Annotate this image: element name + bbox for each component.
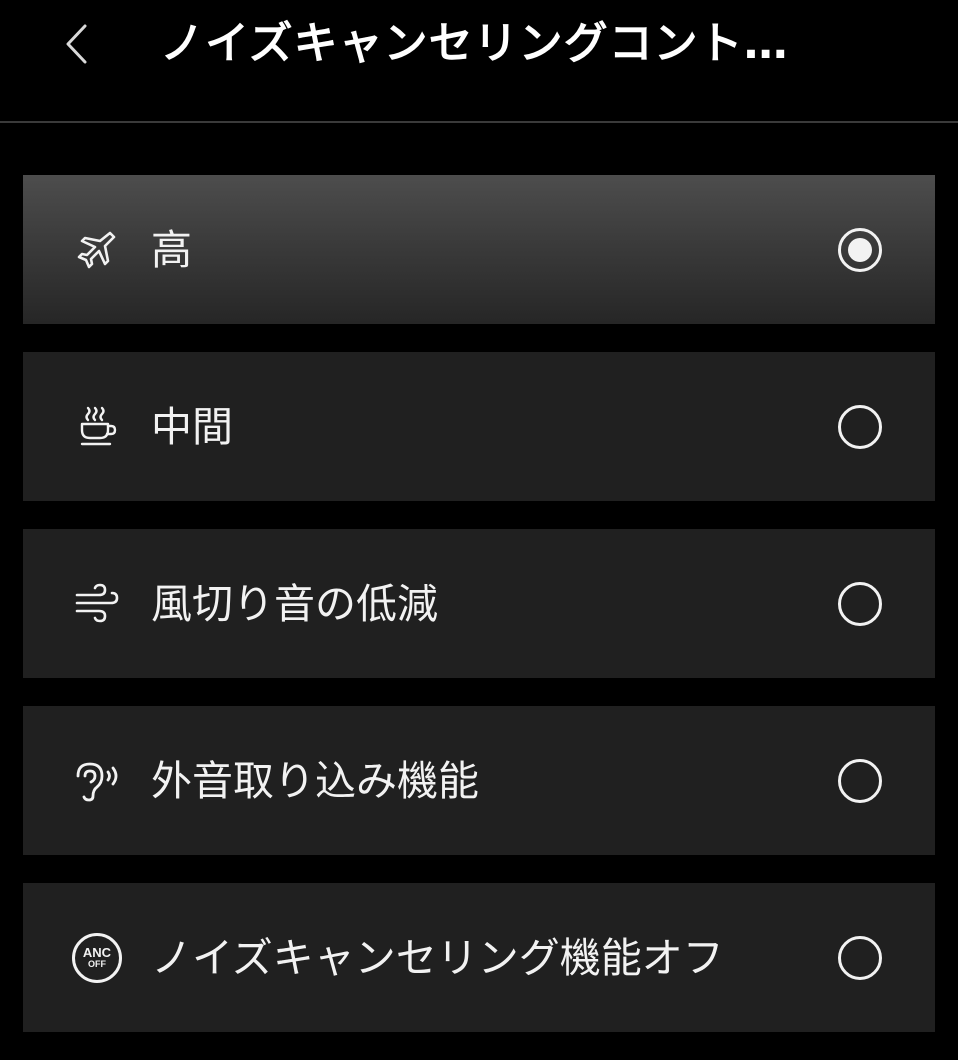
- radio-unselected[interactable]: [838, 935, 882, 980]
- wind-icon: [71, 578, 123, 630]
- option-medium[interactable]: 中間: [23, 352, 935, 501]
- anc-off-icon: ANC OFF: [71, 932, 123, 984]
- radio-unselected[interactable]: [838, 581, 882, 626]
- option-high[interactable]: 高: [23, 175, 935, 324]
- coffee-cup-icon: [71, 401, 123, 453]
- top-bar: ノイズキャンセリングコント…: [0, 0, 958, 122]
- radio-unselected[interactable]: [838, 404, 882, 449]
- radio-selected[interactable]: [838, 227, 882, 272]
- option-label-wind-reduction: 風切り音の低減: [151, 579, 438, 628]
- anc-badge-top: ANC: [82, 945, 112, 960]
- option-label-anc-off: ノイズキャンセリング機能オフ: [151, 933, 724, 982]
- back-button[interactable]: [52, 18, 100, 70]
- header-divider: [0, 121, 958, 123]
- option-wind-reduction[interactable]: 風切り音の低減: [23, 529, 935, 678]
- option-ambient-sound[interactable]: 外音取り込み機能: [23, 706, 935, 855]
- option-label-high: 高: [151, 225, 192, 274]
- option-label-medium: 中間: [151, 402, 233, 451]
- option-label-ambient-sound: 外音取り込み機能: [151, 756, 479, 805]
- ear-sound-icon: [71, 755, 123, 807]
- radio-unselected[interactable]: [838, 758, 882, 803]
- page-title: ノイズキャンセリングコント…: [160, 18, 789, 69]
- noise-control-options: 高 中間 風切り音の低減 外音取り込み機能 ANC OFF ノイズキャンセリング…: [23, 175, 935, 1060]
- airplane-icon: [71, 224, 123, 276]
- anc-badge-bottom: OFF: [88, 959, 106, 969]
- option-anc-off[interactable]: ANC OFF ノイズキャンセリング機能オフ: [23, 883, 935, 1032]
- chevron-left-icon: [66, 24, 87, 64]
